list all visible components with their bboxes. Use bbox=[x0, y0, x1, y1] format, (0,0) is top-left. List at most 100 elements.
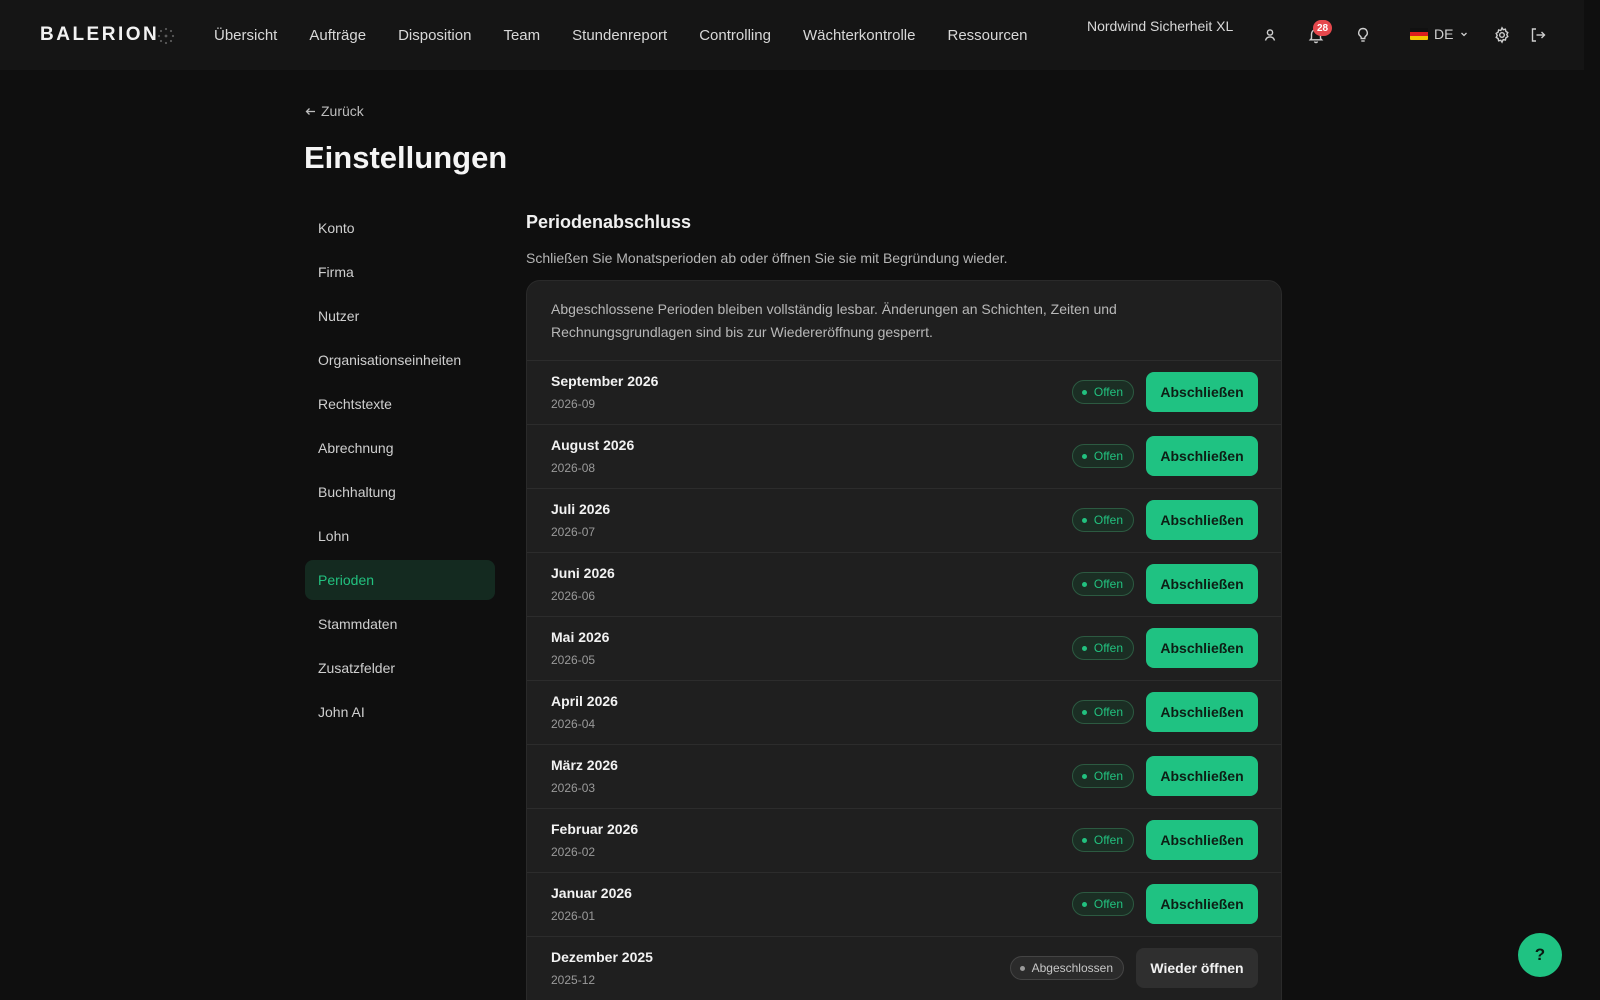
sidebar-item-rechtstexte[interactable]: Rechtstexte bbox=[305, 384, 495, 424]
close-period-button[interactable]: Abschließen bbox=[1146, 884, 1258, 924]
nav-item-team[interactable]: Team bbox=[503, 27, 540, 44]
period-code: 2025-12 bbox=[551, 973, 596, 987]
lightbulb-icon[interactable] bbox=[1354, 26, 1372, 44]
back-link[interactable]: Zurück bbox=[304, 103, 364, 119]
period-row: Dezember 2025 2025-12 Abgeschlossen Wied… bbox=[527, 937, 1281, 1000]
period-name: Juni 2026 bbox=[551, 565, 615, 581]
sidebar-item-firma[interactable]: Firma bbox=[305, 252, 495, 292]
period-code: 2026-05 bbox=[551, 653, 596, 667]
close-period-button[interactable]: Abschließen bbox=[1146, 436, 1258, 476]
nav-item-ressourcen[interactable]: Ressourcen bbox=[947, 27, 1027, 44]
period-row: Mai 2026 2026-05 Offen Abschließen bbox=[527, 617, 1281, 681]
status-label: Abgeschlossen bbox=[1031, 961, 1113, 975]
status-dot-icon bbox=[1081, 581, 1087, 587]
period-info-line-2: Rechnungsgrundlagen sind bis zur Wiedere… bbox=[551, 324, 933, 340]
period-code: 2026-01 bbox=[551, 909, 596, 923]
status-badge: Offen bbox=[1071, 764, 1134, 788]
logout-icon[interactable] bbox=[1529, 26, 1547, 44]
status-label: Offen bbox=[1093, 449, 1123, 463]
sidebar-item-stammdaten[interactable]: Stammdaten bbox=[305, 604, 495, 644]
period-code: 2026-03 bbox=[551, 781, 596, 795]
period-list-card: Abgeschlossene Perioden bleiben vollstän… bbox=[526, 280, 1282, 1000]
status-dot-icon bbox=[1081, 453, 1087, 459]
user-icon[interactable] bbox=[1261, 26, 1279, 44]
sidebar-item-konto[interactable]: Konto bbox=[305, 208, 495, 248]
company-name[interactable]: Nordwind Sicherheit XL bbox=[1087, 18, 1233, 34]
nav-item-waechterkontrolle[interactable]: Wächterkontrolle bbox=[803, 27, 916, 44]
close-period-button[interactable]: Abschließen bbox=[1146, 564, 1258, 604]
period-row: August 2026 2026-08 Offen Abschließen bbox=[527, 425, 1281, 489]
sidebar-item-john-ai[interactable]: John AI bbox=[305, 692, 495, 732]
reopen-period-button[interactable]: Wieder öffnen bbox=[1136, 948, 1258, 988]
period-name: Februar 2026 bbox=[551, 821, 639, 837]
status-badge: Offen bbox=[1071, 380, 1134, 404]
top-navigation-bar: BALERION Übersicht Aufträge Disposition … bbox=[0, 0, 1584, 70]
sidebar-item-buchhaltung[interactable]: Buchhaltung bbox=[305, 472, 495, 512]
sidebar-item-organisationseinheiten[interactable]: Organisationseinheiten bbox=[305, 340, 495, 380]
status-badge: Offen bbox=[1071, 444, 1134, 468]
sidebar-item-nutzer[interactable]: Nutzer bbox=[305, 296, 495, 336]
gear-icon[interactable] bbox=[1493, 26, 1511, 44]
logo-mark-icon bbox=[157, 27, 175, 45]
status-badge: Offen bbox=[1071, 700, 1134, 724]
status-dot-icon bbox=[1081, 709, 1087, 715]
app-logo[interactable]: BALERION bbox=[40, 24, 159, 46]
status-label: Offen bbox=[1093, 641, 1123, 655]
sidebar-item-perioden[interactable]: Perioden bbox=[305, 560, 495, 600]
close-period-button[interactable]: Abschließen bbox=[1146, 692, 1258, 732]
close-period-button[interactable]: Abschließen bbox=[1146, 820, 1258, 860]
nav-item-uebersicht[interactable]: Übersicht bbox=[214, 27, 277, 44]
status-label: Offen bbox=[1093, 833, 1123, 847]
period-row: April 2026 2026-04 Offen Abschließen bbox=[527, 681, 1281, 745]
sidebar-item-lohn[interactable]: Lohn bbox=[305, 516, 495, 556]
sidebar-item-zusatzfelder[interactable]: Zusatzfelder bbox=[305, 648, 495, 688]
status-badge: Offen bbox=[1071, 828, 1134, 852]
period-row: Januar 2026 2026-01 Offen Abschließen bbox=[527, 873, 1281, 937]
chevron-down-icon bbox=[1461, 32, 1468, 37]
status-dot-icon bbox=[1081, 389, 1087, 395]
status-badge: Offen bbox=[1071, 508, 1134, 532]
period-code: 2026-09 bbox=[551, 397, 596, 411]
close-period-button[interactable]: Abschließen bbox=[1146, 372, 1258, 412]
nav-item-auftraege[interactable]: Aufträge bbox=[309, 27, 366, 44]
notification-count-badge: 28 bbox=[1313, 20, 1332, 36]
period-name: Dezember 2025 bbox=[551, 949, 653, 965]
status-label: Offen bbox=[1093, 513, 1123, 527]
period-name: März 2026 bbox=[551, 757, 618, 773]
period-info-note: Abgeschlossene Perioden bleiben vollstän… bbox=[527, 281, 1281, 361]
main-nav: Übersicht Aufträge Disposition Team Stun… bbox=[214, 0, 1060, 70]
period-name: Mai 2026 bbox=[551, 629, 610, 645]
close-period-button[interactable]: Abschließen bbox=[1146, 756, 1258, 796]
period-row: September 2026 2026-09 Offen Abschließen bbox=[527, 361, 1281, 425]
page-title: Einstellungen bbox=[304, 140, 508, 175]
status-label: Offen bbox=[1093, 897, 1123, 911]
status-badge: Abgeschlossen bbox=[1009, 956, 1124, 980]
period-code: 2026-07 bbox=[551, 525, 596, 539]
nav-item-disposition[interactable]: Disposition bbox=[398, 27, 471, 44]
section-title: Periodenabschluss bbox=[526, 212, 692, 232]
status-badge: Offen bbox=[1071, 892, 1134, 916]
status-label: Offen bbox=[1093, 385, 1123, 399]
period-row: Februar 2026 2026-02 Offen Abschließen bbox=[527, 809, 1281, 873]
nav-item-stundenreport[interactable]: Stundenreport bbox=[572, 27, 667, 44]
status-label: Offen bbox=[1093, 769, 1123, 783]
german-flag-icon bbox=[1410, 28, 1428, 40]
settings-sidebar: Konto Firma Nutzer Organisationseinheite… bbox=[305, 208, 495, 736]
status-dot-icon bbox=[1081, 901, 1087, 907]
period-name: Juli 2026 bbox=[551, 501, 611, 517]
close-period-button[interactable]: Abschließen bbox=[1146, 500, 1258, 540]
status-label: Offen bbox=[1093, 705, 1123, 719]
language-selector[interactable]: DE bbox=[1410, 26, 1469, 42]
section-description: Schließen Sie Monatsperioden ab oder öff… bbox=[526, 250, 1008, 266]
period-code: 2026-06 bbox=[551, 589, 596, 603]
period-name: April 2026 bbox=[551, 693, 618, 709]
help-button[interactable]: ? bbox=[1518, 933, 1562, 977]
close-period-button[interactable]: Abschließen bbox=[1146, 628, 1258, 668]
nav-item-controlling[interactable]: Controlling bbox=[699, 27, 771, 44]
status-dot-icon bbox=[1081, 517, 1087, 523]
sidebar-item-abrechnung[interactable]: Abrechnung bbox=[305, 428, 495, 468]
period-row: Juli 2026 2026-07 Offen Abschließen bbox=[527, 489, 1281, 553]
language-label: DE bbox=[1434, 26, 1454, 42]
period-name: September 2026 bbox=[551, 373, 659, 389]
back-label: Zurück bbox=[321, 103, 364, 119]
